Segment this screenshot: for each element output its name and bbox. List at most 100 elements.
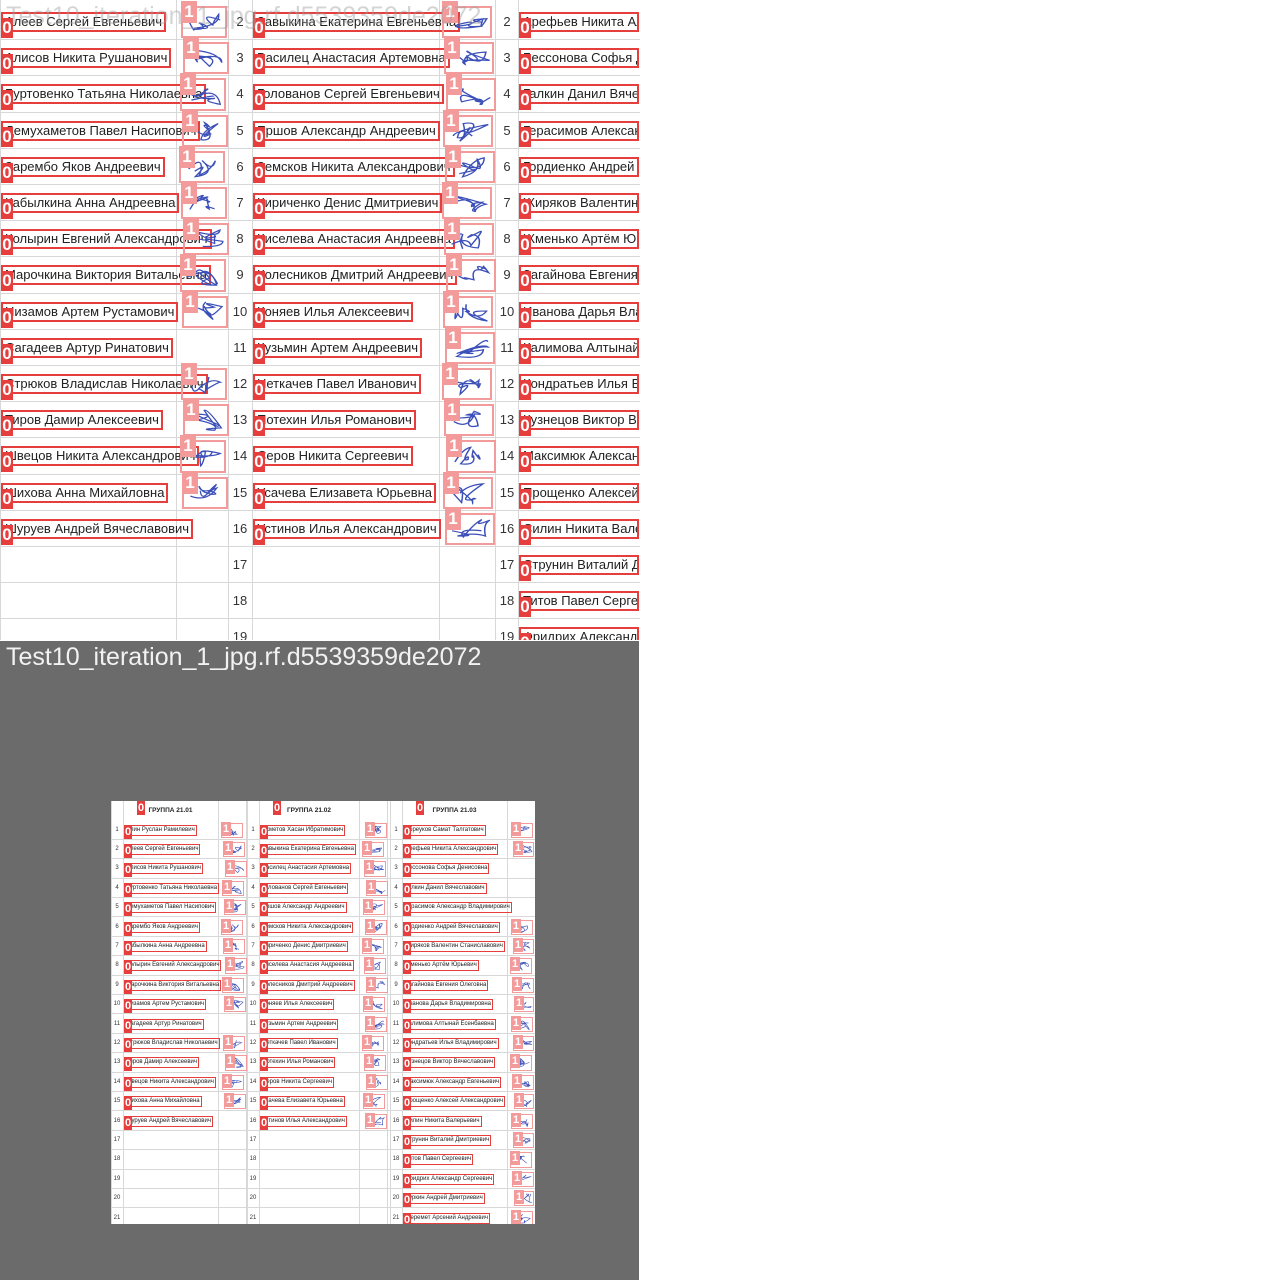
row-number: 19 [113,1175,121,1182]
student-name: Сагадеев Артур Ринатович [1,337,173,358]
row-number: 11 [113,1020,121,1027]
class-label-0: 0 [260,843,268,858]
class-label-0: 0 [519,633,531,640]
row-number: 5 [115,904,119,911]
row-number: 1 [251,826,255,833]
class-label-0: 0 [1,235,13,256]
class-label-1: 1 [445,326,461,349]
class-label-1: 1 [366,879,376,894]
row-number: 12 [392,1039,400,1046]
class-label-0: 0 [260,902,268,917]
class-label-0: 0 [403,882,411,897]
student-name: Зарембо Яков Андреевич [124,921,200,933]
class-label-0: 0 [124,1037,132,1052]
class-label-0: 0 [519,561,531,581]
student-name: Кириченко Денис Дмитриевич [260,940,348,952]
class-label-1: 1 [511,1209,521,1224]
student-name: Потехин Илья Романович [260,1057,336,1069]
class-label-0: 0 [403,1076,411,1091]
class-label-1: 1 [514,1190,524,1205]
zoomed-tile-title: Test10_iteration_1_jpg.rf.d5539359de2072 [6,2,482,30]
class-label-1: 1 [363,899,373,914]
student-name: Фридрих Александр Сергеевич [403,1173,495,1185]
row-number: 8 [236,231,244,247]
class-label-1: 1 [443,109,459,132]
student-name: Киселева Анастасия Андреевна [253,229,456,250]
class-label-1: 1 [362,1034,372,1049]
row-number: 16 [113,1117,121,1124]
student-name: Бессонова Софья Денисовна [403,863,490,875]
row-number: 21 [249,1214,257,1221]
class-label-0: 0 [519,199,531,219]
class-label-0: 0 [416,801,424,815]
class-label-0: 0 [403,1096,411,1111]
class-label-1: 1 [223,937,233,952]
class-label-0: 0 [273,801,281,815]
class-label-0: 0 [1,307,13,328]
class-label-0: 0 [403,1057,411,1072]
student-name: Прощенко Алексей Александрович [519,482,639,503]
class-label-0: 0 [403,960,411,975]
class-label-0: 0 [253,54,265,75]
student-name: Василец Анастасия Артемовна [260,863,352,875]
class-label-0: 0 [260,824,268,839]
student-name: Загайнова Евгения Олеговна [519,265,639,286]
row-number: 18 [232,593,248,609]
class-label-0: 0 [519,416,531,437]
student-name: Буртовенко Татьяна Николаевна [1,84,207,105]
class-label-1: 1 [513,840,523,855]
class-label-0: 0 [253,199,265,219]
row-number: 20 [249,1195,257,1202]
row-number: 14 [392,1078,400,1085]
class-label-0: 0 [260,1018,268,1033]
class-label-0: 0 [403,1154,411,1169]
row-number: 12 [232,376,248,391]
class-label-0: 0 [403,1134,411,1149]
student-name: Кузнецов Виктор Вячеславович [403,1057,496,1069]
class-label-1: 1 [222,1073,232,1088]
class-label-1: 1 [183,218,199,241]
student-name: Демухаметов Павел Насипович [124,902,217,914]
class-label-1: 1 [510,1151,520,1166]
row-number: 10 [249,1001,257,1008]
class-label-0: 0 [124,1115,132,1130]
row-number: 11 [500,339,514,355]
row-number: 1 [394,826,398,833]
student-name: Буртовенко Татьяна Николаевна [124,882,220,894]
student-name: Прощенко Алексей Александрович [403,1096,506,1108]
row-number: 6 [236,158,244,174]
class-label-0: 0 [403,843,411,858]
class-label-1: 1 [512,976,522,991]
student-name: Земсков Никита Александрович [253,156,455,177]
row-number: 16 [499,520,515,536]
class-label-0: 0 [1,416,13,437]
class-label-1: 1 [442,363,458,385]
class-label-1: 1 [224,1093,234,1108]
class-label-0: 0 [253,271,265,292]
student-name: Кузьмин Артем Андреевич [260,1018,339,1030]
class-label-0: 0 [1,90,13,111]
class-label-0: 0 [260,1115,268,1130]
row-number: 13 [113,1059,121,1066]
class-label-1: 1 [223,1034,233,1049]
class-label-0: 0 [1,54,13,75]
class-label-1: 1 [180,435,196,458]
student-name: Кондратьев Илья Владимирович [519,374,639,394]
class-label-1: 1 [514,996,524,1011]
class-label-0: 0 [403,1115,411,1130]
class-label-0: 0 [519,271,531,292]
row-number: 2 [251,845,255,852]
row-number: 3 [236,50,244,66]
full-sheet: ГРУППА 21.01 0 ГРУППА 21.02 0 ГРУППА 21.03 0 1… [111,801,535,1224]
student-name: Устинов Илья Александрович [253,518,441,539]
student-name: Кузнецов Виктор Вячеславович [519,410,639,431]
class-label-0: 0 [403,999,411,1014]
row-number: 8 [251,962,255,969]
class-label-0: 0 [124,979,132,994]
class-label-0: 0 [519,343,531,364]
row-number: 10 [499,303,515,319]
student-name: Потехин Илья Романович [253,410,416,431]
student-name: Жиряков Валентин Станиславович [519,193,639,213]
class-label-1: 1 [362,937,372,952]
class-label-0: 0 [260,921,268,936]
